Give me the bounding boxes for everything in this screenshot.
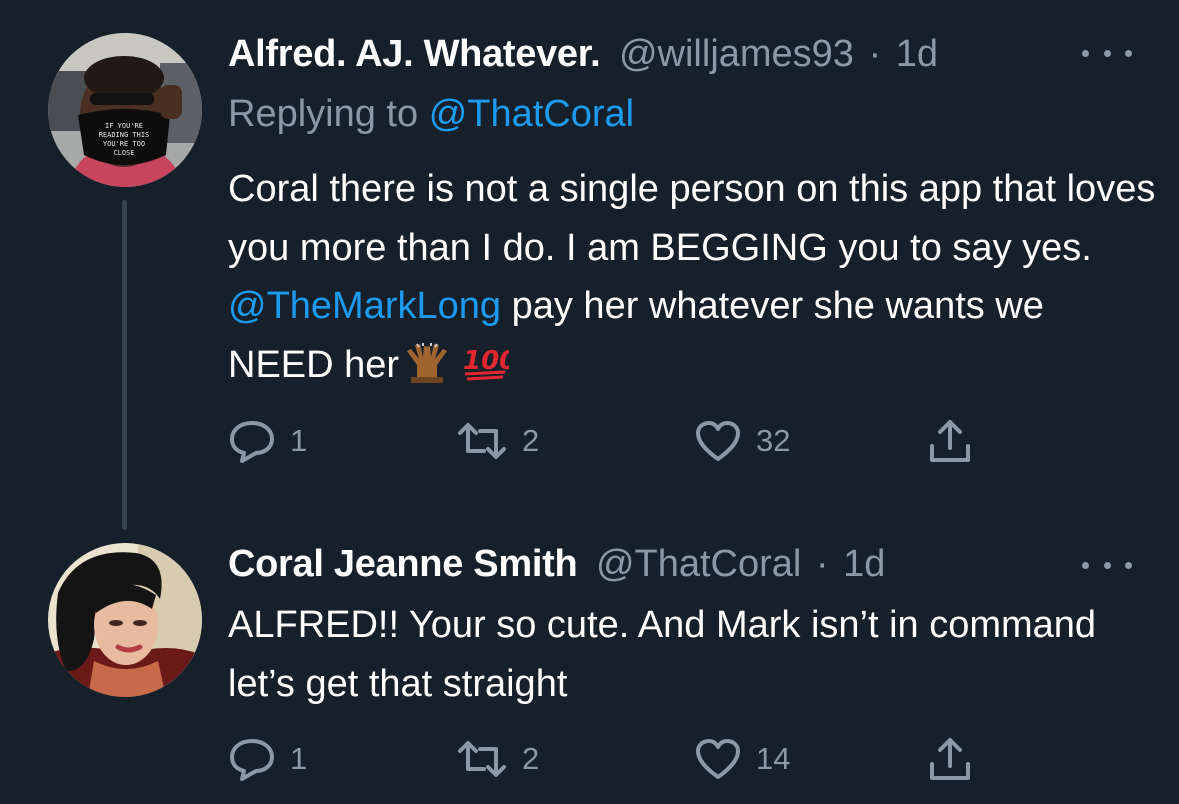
share-icon xyxy=(926,736,974,782)
avatar-alfred[interactable]: IF YOU'RE READING THIS YOU'RE TOO CLOSE xyxy=(48,33,202,187)
reply-count: 1 xyxy=(290,741,308,776)
timestamp[interactable]: 1d xyxy=(896,33,938,75)
svg-text:YOU'RE TOO: YOU'RE TOO xyxy=(103,140,145,148)
more-icon[interactable] xyxy=(1082,555,1132,575)
retweet-icon xyxy=(456,419,508,463)
svg-text:IF YOU'RE: IF YOU'RE xyxy=(105,122,143,130)
display-name[interactable]: Alfred. AJ. Whatever. xyxy=(228,33,601,75)
share-icon xyxy=(926,418,974,464)
replying-to: Replying to @ThatCoral xyxy=(228,92,634,136)
share-button[interactable] xyxy=(926,416,974,466)
svg-text:READING THIS: READING THIS xyxy=(99,131,150,139)
handle[interactable]: @willjames93 xyxy=(619,33,854,75)
tweet-coral[interactable]: Coral Jeanne Smith @ThatCoral · 1d ALFRE… xyxy=(0,530,1179,804)
like-count: 32 xyxy=(756,423,791,458)
like-button[interactable]: 32 xyxy=(694,416,790,466)
retweet-button[interactable]: 2 xyxy=(456,734,539,784)
svg-text:CLOSE: CLOSE xyxy=(113,149,134,157)
reply-icon xyxy=(228,419,276,463)
retweet-icon xyxy=(456,737,508,781)
retweet-button[interactable]: 2 xyxy=(456,416,539,466)
like-count: 14 xyxy=(756,741,791,776)
share-button[interactable] xyxy=(926,734,974,784)
like-icon xyxy=(694,737,742,781)
display-name[interactable]: Coral Jeanne Smith xyxy=(228,543,578,585)
tweet-text: Coral there is not a single person on th… xyxy=(228,160,1158,400)
tweet-header: Coral Jeanne Smith @ThatCoral · 1d xyxy=(228,542,885,586)
tweet-alfred[interactable]: IF YOU'RE READING THIS YOU'RE TOO CLOSE … xyxy=(0,0,1179,530)
reply-icon xyxy=(228,737,276,781)
thread-connector-line xyxy=(122,200,127,530)
tweet-text: ALFRED!! Your so cute. And Mark isn’t in… xyxy=(228,604,1097,705)
tweet-header: Alfred. AJ. Whatever. @willjames93 · 1d xyxy=(228,32,938,76)
separator: · xyxy=(815,543,829,585)
handle[interactable]: @ThatCoral xyxy=(596,543,801,585)
retweet-count: 2 xyxy=(522,741,540,776)
separator: · xyxy=(868,33,882,75)
reply-button[interactable]: 1 xyxy=(228,416,307,466)
raising-hands-emoji xyxy=(399,340,455,401)
like-button[interactable]: 14 xyxy=(694,734,790,784)
hundred-points-emoji: 100 xyxy=(461,342,517,401)
mention-link[interactable]: @TheMarkLong xyxy=(228,285,501,327)
reply-button[interactable]: 1 xyxy=(228,734,307,784)
like-icon xyxy=(694,419,742,463)
replying-prefix: Replying to xyxy=(228,93,419,135)
timestamp[interactable]: 1d xyxy=(843,543,885,585)
avatar-coral[interactable] xyxy=(48,543,202,697)
reply-count: 1 xyxy=(290,423,308,458)
tweet-text-part1: Coral there is not a single person on th… xyxy=(228,168,1156,269)
replying-mention-link[interactable]: @ThatCoral xyxy=(429,93,634,135)
retweet-count: 2 xyxy=(522,423,540,458)
more-icon[interactable] xyxy=(1082,43,1132,63)
